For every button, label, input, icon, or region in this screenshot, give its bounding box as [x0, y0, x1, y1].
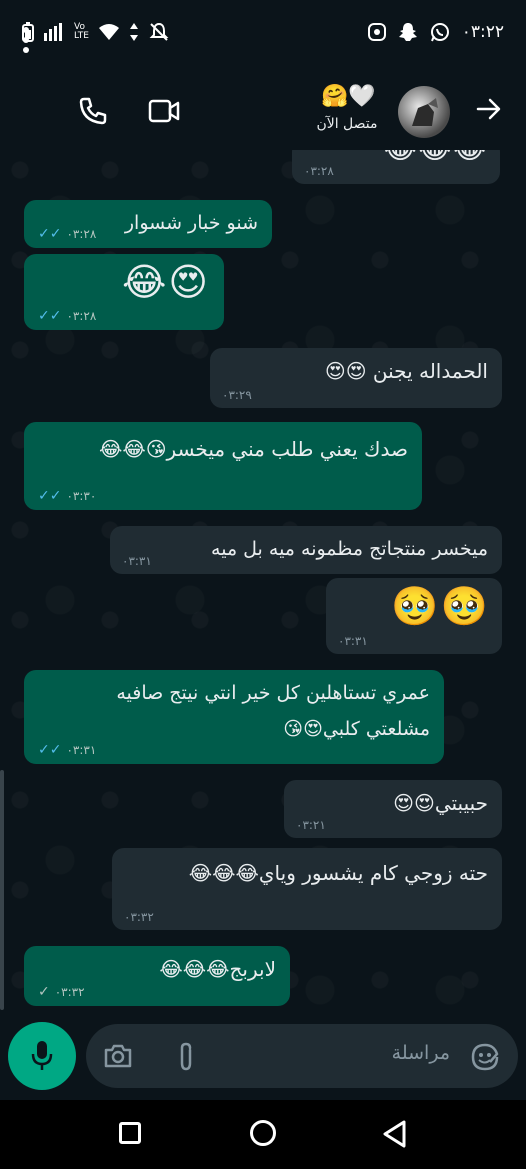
- video-icon[interactable]: [148, 98, 180, 128]
- read-receipt-icon: ✓✓: [38, 308, 62, 324]
- message-text: لابربج😂😂😂: [159, 957, 276, 981]
- back-arrow-icon[interactable]: [476, 96, 502, 126]
- message-time: ٠٣:٢١: [296, 818, 326, 832]
- message-text: 😂😂😂: [384, 150, 488, 165]
- message-time: ٠٣:٢٨: [66, 309, 97, 323]
- message-meta: ✓✓ ٠٣:٢٨: [38, 226, 96, 242]
- message-meta: ٠٣:٣١: [122, 554, 152, 568]
- emoji-sticker-icon[interactable]: [470, 1042, 500, 1076]
- whatsapp-icon: [430, 23, 449, 42]
- message-meta: ٠٣:٢٩: [222, 388, 252, 402]
- message-time: ٠٣:٢٨: [66, 227, 97, 241]
- message-text: ميخسر منتجاتج مظمونه ميه بل ميه: [211, 538, 488, 560]
- message-time: ٠٣:٢٩: [222, 388, 252, 402]
- camera-icon[interactable]: [104, 1044, 132, 1072]
- message-meta: ٠٣:٣٢: [124, 910, 154, 924]
- message-bubble[interactable]: 😂😍 ✓✓ ٠٣:٢٨: [24, 254, 224, 330]
- signal-icon: [44, 23, 62, 41]
- message-time: ٠٣:٣١: [122, 554, 152, 568]
- message-bubble[interactable]: حته زوجي كام يشسور وياي😂😂😂 ٠٣:٣٢: [112, 848, 502, 930]
- message-text: صدك يعني طلب مني ميخسر😘😂😂: [98, 437, 408, 461]
- message-input[interactable]: [86, 1024, 518, 1088]
- volte-icon: Vo LTE: [74, 22, 89, 41]
- chat-area[interactable]: 😂😂😂 ٠٣:٢٨ شنو خبار شسوار ✓✓ ٠٣:٢٨ 😂😍 ✓✓ ٠٣…: [0, 150, 526, 1020]
- home-icon[interactable]: [250, 1120, 276, 1146]
- message-text: 😂😍: [121, 260, 210, 304]
- call-icon[interactable]: [78, 96, 108, 130]
- recents-icon[interactable]: [119, 1122, 141, 1144]
- back-icon[interactable]: [382, 1120, 406, 1152]
- read-receipt-icon: ✓✓: [38, 742, 62, 758]
- message-meta: ٠٣:٢١: [296, 818, 326, 832]
- message-text: الحمداله يجنن 😍😍: [324, 359, 488, 383]
- data-arrows-icon: [129, 23, 138, 41]
- message-text: حبيبتي😍😍: [393, 791, 488, 815]
- message-meta: ✓✓ ٠٣:٣٠: [38, 488, 96, 504]
- message-meta: ✓ ٠٣:٣٢: [38, 984, 85, 1000]
- menu-icon[interactable]: [22, 26, 42, 56]
- wifi-icon: [98, 24, 119, 40]
- message-bubble[interactable]: شنو خبار شسوار ✓✓ ٠٣:٢٨: [24, 200, 272, 248]
- status-bar: Vo LTE ٠٣:٢٢: [0, 0, 526, 70]
- notification-icon: [367, 23, 386, 41]
- message-input-placeholder[interactable]: مراسلة: [360, 1042, 450, 1064]
- message-bubble[interactable]: حبيبتي😍😍 ٠٣:٢١: [284, 780, 502, 838]
- scrollbar[interactable]: [0, 770, 4, 1010]
- contact-status[interactable]: متصل الآن: [312, 116, 382, 132]
- message-bubble[interactable]: ميخسر منتجاتج مظمونه ميه بل ميه ٠٣:٣١: [110, 526, 502, 574]
- message-text: عمري تستاهلين كل خير انتي نيتج صافيه: [116, 682, 430, 704]
- message-bubble[interactable]: الحمداله يجنن 😍😍 ٠٣:٢٩: [210, 348, 502, 408]
- message-text: 🥹🥹: [391, 584, 490, 628]
- message-time: ٠٣:٢٨: [304, 164, 334, 178]
- status-icons-left: Vo LTE: [22, 22, 169, 42]
- status-time: ٠٣:٢٢: [461, 22, 504, 42]
- contact-name-emojis[interactable]: 🤗🤍: [321, 84, 376, 109]
- message-time: ٠٣:٣١: [66, 743, 97, 757]
- message-meta: ✓✓ ٠٣:٢٨: [38, 308, 96, 324]
- message-bubble[interactable]: صدك يعني طلب مني ميخسر😘😂😂 ✓✓ ٠٣:٣٠: [24, 422, 422, 510]
- mic-icon[interactable]: [8, 1022, 76, 1090]
- message-text: حته زوجي كام يشسور وياي😂😂😂: [188, 861, 488, 885]
- message-time: ٠٣:٣٢: [124, 910, 154, 924]
- read-receipt-icon: ✓✓: [38, 226, 62, 242]
- status-icons-right: ٠٣:٢٢: [367, 22, 504, 42]
- message-bubble[interactable]: لابربج😂😂😂 ✓ ٠٣:٣٢: [24, 946, 290, 1006]
- attach-icon[interactable]: [176, 1042, 196, 1076]
- read-receipt-icon: ✓✓: [38, 488, 62, 504]
- message-bubble[interactable]: 😂😂😂 ٠٣:٢٨: [292, 150, 500, 184]
- message-meta: ✓✓ ٠٣:٣١: [38, 742, 96, 758]
- message-time: ٠٣:٣٢: [54, 985, 85, 999]
- message-bubble[interactable]: عمري تستاهلين كل خير انتي نيتج صافيه مشل…: [24, 670, 444, 764]
- message-time: ٠٣:٣١: [338, 634, 368, 648]
- message-meta: ٠٣:٣١: [338, 634, 368, 648]
- avatar[interactable]: [398, 86, 450, 138]
- message-meta: ٠٣:٢٨: [304, 164, 334, 178]
- snapchat-icon: [398, 23, 417, 41]
- sent-receipt-icon: ✓: [38, 984, 50, 1000]
- message-text: شنو خبار شسوار: [124, 212, 258, 234]
- message-time: ٠٣:٣٠: [66, 489, 97, 503]
- mute-icon: [149, 22, 169, 41]
- message-bubble[interactable]: 🥹🥹 ٠٣:٣١: [326, 578, 502, 654]
- message-text-line2: مشلعتي كلبي😍😘: [283, 718, 430, 740]
